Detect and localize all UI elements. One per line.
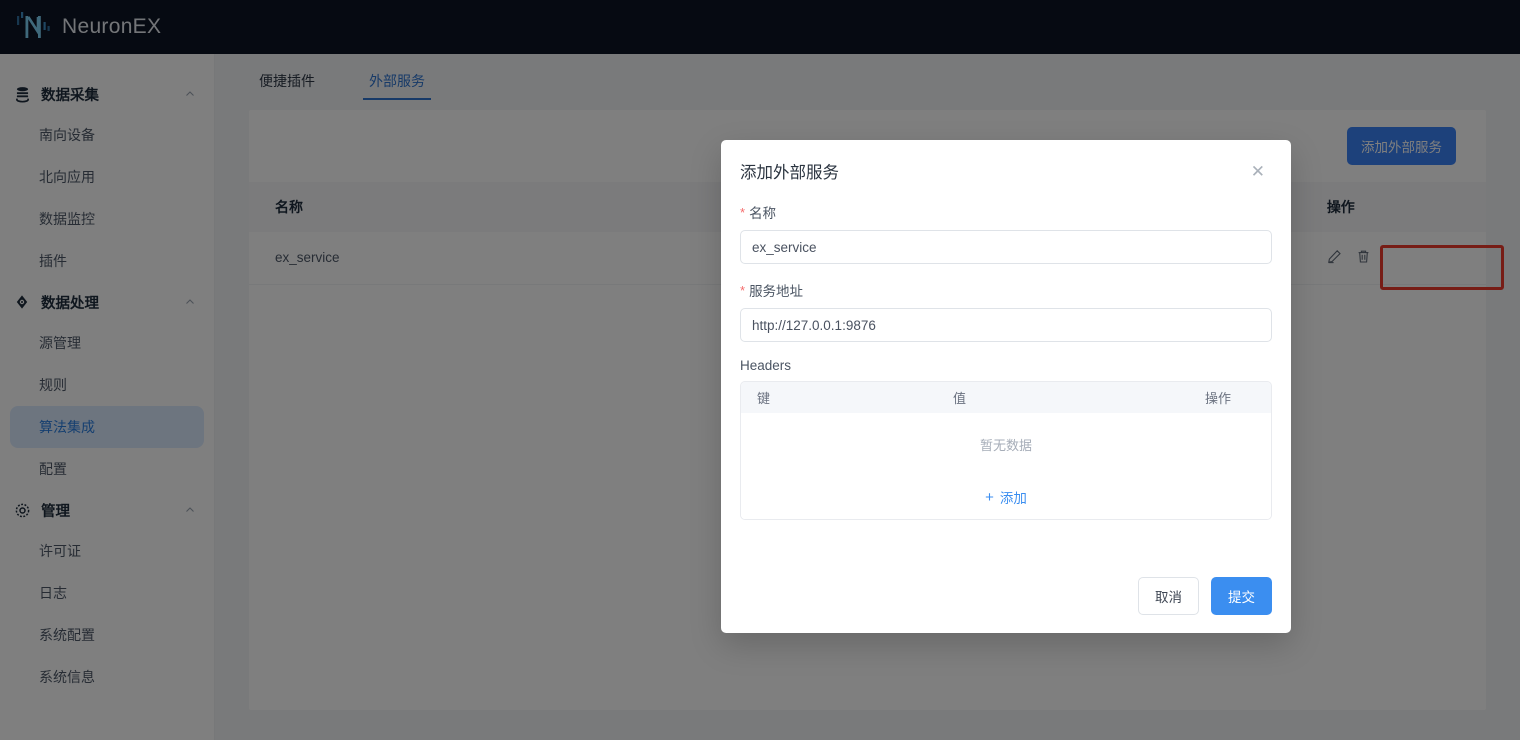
headers-section-label: Headers: [740, 358, 1272, 373]
service-name-input[interactable]: [740, 230, 1272, 264]
headers-column-operation: 操作: [1165, 388, 1271, 407]
field-address: * 服务地址: [740, 280, 1272, 342]
dialog-header: 添加外部服务 ✕: [721, 140, 1291, 202]
plus-icon: +: [985, 490, 994, 505]
cancel-button[interactable]: 取消: [1138, 577, 1199, 615]
dialog-title: 添加外部服务: [740, 159, 1247, 183]
app-root: NeuronEX 数据采集 南向设备 北向应用 数据: [0, 0, 1520, 740]
add-header-label: 添加: [1000, 487, 1027, 507]
headers-empty-state: 暂无数据: [741, 413, 1271, 475]
required-marker: *: [740, 206, 745, 219]
close-icon[interactable]: ✕: [1247, 159, 1269, 184]
field-label-text: 服务地址: [749, 280, 803, 300]
field-address-label: * 服务地址: [740, 280, 1272, 300]
headers-column-key: 键: [741, 388, 953, 407]
headers-table-header-row: 键 值 操作: [741, 382, 1271, 413]
service-address-input[interactable]: [740, 308, 1272, 342]
add-header-button[interactable]: + 添加: [741, 475, 1271, 519]
headers-table: 键 值 操作 暂无数据 + 添加: [740, 381, 1272, 520]
add-external-service-dialog: 添加外部服务 ✕ * 名称 * 服务地址 Headers: [721, 140, 1291, 633]
dialog-footer: 取消 提交: [721, 559, 1291, 633]
field-name: * 名称: [740, 202, 1272, 264]
headers-column-value: 值: [953, 388, 1165, 407]
dialog-body: * 名称 * 服务地址 Headers 键 值 操作 暂无数据: [721, 202, 1291, 559]
required-marker: *: [740, 284, 745, 297]
submit-button[interactable]: 提交: [1211, 577, 1272, 615]
field-name-label: * 名称: [740, 202, 1272, 222]
field-label-text: 名称: [749, 202, 776, 222]
